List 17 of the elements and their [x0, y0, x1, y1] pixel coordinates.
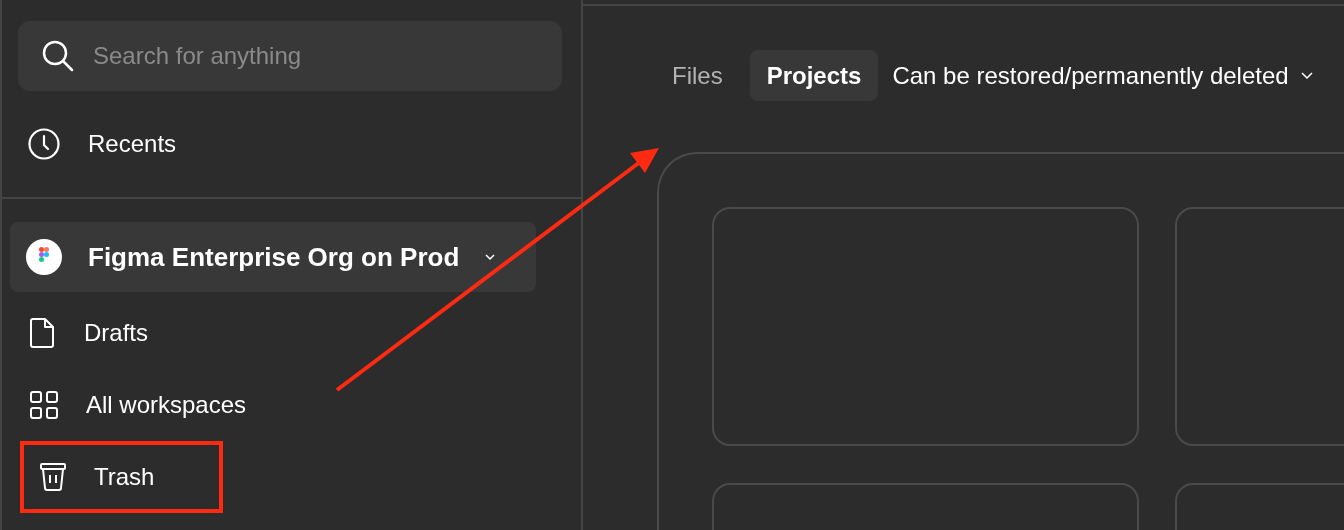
chevron-down-icon: [485, 253, 496, 261]
clock-icon: [28, 128, 60, 160]
sidebar-item[interactable]: All workspaces: [10, 369, 315, 441]
search-icon: [42, 40, 74, 72]
sidebar-item[interactable]: Trash: [20, 441, 223, 513]
tab[interactable]: Files: [655, 50, 740, 101]
search-field[interactable]: Search for anything: [18, 21, 562, 91]
file-icon: [30, 317, 56, 349]
org-switcher[interactable]: Figma Enterprise Org on Prod: [10, 222, 536, 292]
tab[interactable]: Projects: [749, 50, 879, 101]
recents-item[interactable]: Recents: [18, 109, 565, 179]
trash-icon: [40, 463, 66, 491]
sidebar-item[interactable]: Drafts: [10, 297, 216, 369]
chevron-down-icon: [1300, 71, 1313, 80]
logo-icon: [26, 239, 62, 275]
grid-icon: [30, 391, 58, 419]
filter-dropdown[interactable]: Can be restored/permanently deleted: [888, 57, 1313, 94]
